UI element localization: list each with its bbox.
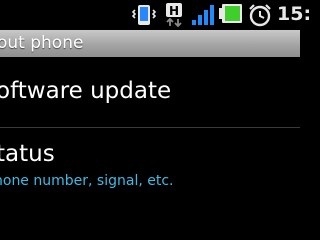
alarm-clock-icon <box>248 3 272 31</box>
settings-list: oftware update tatus hone number, signal… <box>0 57 300 200</box>
status-clock: 15: <box>277 3 312 25</box>
vibrate-icon <box>131 4 157 30</box>
status-label: tatus <box>0 141 55 167</box>
status-bar: H 15: <box>0 0 311 31</box>
battery-icon <box>218 2 244 31</box>
status-item[interactable]: tatus hone number, signal, etc. <box>0 128 300 200</box>
hspa-label: H <box>169 4 179 18</box>
title-bar: out phone <box>0 30 300 57</box>
software-update-label: oftware update <box>0 78 172 104</box>
status-summary: hone number, signal, etc. <box>0 173 174 189</box>
signal-strength-icon <box>191 3 215 31</box>
software-update-item[interactable]: oftware update <box>0 57 300 127</box>
hspa-data-icon: H <box>164 1 186 31</box>
page-title: out phone <box>0 33 84 53</box>
